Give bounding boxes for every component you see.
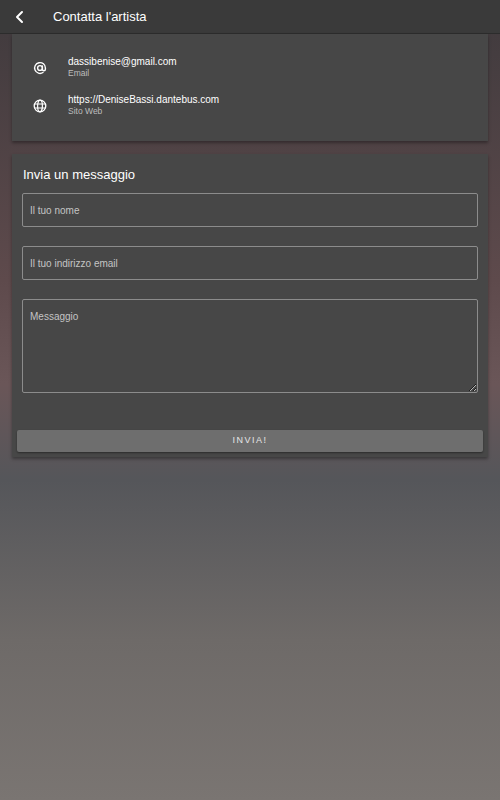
back-arrow-icon — [13, 10, 27, 24]
text-field[interactable] — [22, 246, 478, 280]
contact-value[interactable]: https://DeniseBassi.dantebus.com — [68, 94, 219, 106]
contact-row[interactable]: https://DeniseBassi.dantebus.comSito Web — [12, 94, 488, 117]
contact-row[interactable]: dassibenise@gmail.comEmail — [12, 56, 488, 79]
contact-icon-wrap — [12, 99, 68, 113]
message-card: Invia un messaggio INVIA! — [12, 154, 488, 457]
submit-button[interactable]: INVIA! — [17, 430, 483, 452]
screen: Contatta l'artista dassibenise@gmail.com… — [0, 0, 500, 800]
contact-icon-wrap — [12, 61, 68, 75]
message-field[interactable] — [22, 299, 478, 393]
contact-label: Email — [68, 68, 177, 79]
at-sign-icon — [33, 61, 47, 75]
globe-icon — [33, 99, 47, 113]
contact-text: dassibenise@gmail.comEmail — [68, 56, 177, 79]
contact-value[interactable]: dassibenise@gmail.com — [68, 56, 177, 68]
page-title: Contatta l'artista — [53, 7, 147, 27]
back-button[interactable] — [0, 0, 40, 34]
top-bar: Contatta l'artista — [0, 0, 500, 34]
form-title: Invia un messaggio — [12, 154, 488, 193]
contacts-card: dassibenise@gmail.comEmail https://Denise… — [12, 34, 488, 141]
contact-label: Sito Web — [68, 106, 219, 117]
text-field[interactable] — [22, 193, 478, 227]
submit-wrap: INVIA! — [12, 426, 488, 452]
form-fields — [12, 193, 488, 393]
contact-text: https://DeniseBassi.dantebus.comSito Web — [68, 94, 219, 117]
